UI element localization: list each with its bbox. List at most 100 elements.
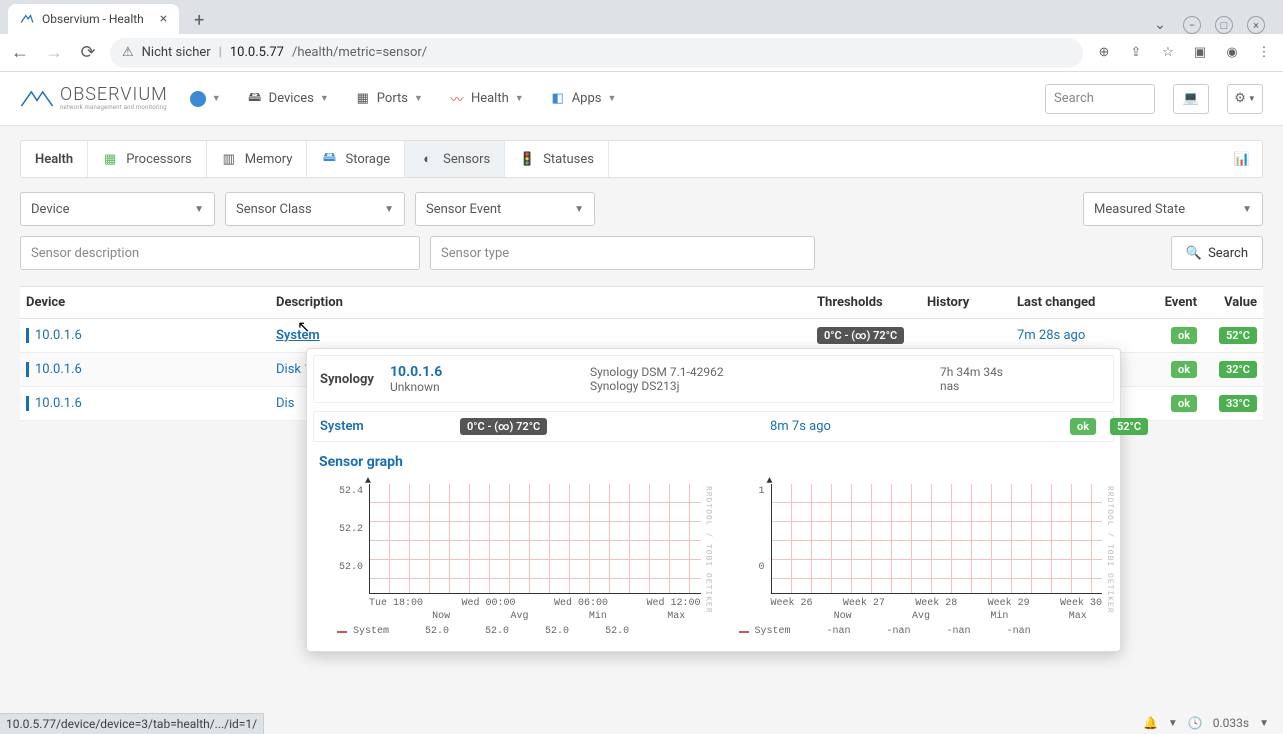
- graph-container: ▲ 52.4 52.2 52.0 RRDTOOL / TOBI OETIKER …: [313, 476, 1114, 645]
- tab-health-main[interactable]: Health: [21, 141, 88, 177]
- vendor-label: Synology: [320, 372, 390, 387]
- url-host: 10.0.5.77: [230, 45, 284, 60]
- sensor-graph-week: ▲ 1 0 RRDTOOL / TOBI OETIKER Week 26 Wee…: [719, 476, 1111, 641]
- sensor-event: ok: [1070, 418, 1096, 435]
- back-button[interactable]: ←: [8, 41, 32, 65]
- device-uptime: 7h 34m 34s: [940, 365, 1107, 379]
- hover-url: 10.0.5.77/device/device=3/tab=health/...…: [0, 713, 264, 734]
- graph-toggle-icon[interactable]: 📊: [1222, 141, 1262, 177]
- filter-device[interactable]: Device▼: [20, 192, 215, 226]
- col-history: History: [927, 295, 1017, 310]
- gauge-icon: ◐: [419, 151, 435, 167]
- tab-sensors[interactable]: ◐Sensors: [405, 141, 505, 177]
- cpu-icon: ▦: [102, 151, 118, 167]
- favicon: [20, 12, 34, 26]
- device-ip[interactable]: 10.0.1.6: [390, 364, 590, 380]
- security-label: Nicht sicher: [142, 45, 211, 60]
- device-link[interactable]: 10.0.1.6: [35, 396, 82, 411]
- kebab-icon[interactable]: ⋮: [1253, 42, 1275, 64]
- description-link[interactable]: Dis: [276, 396, 294, 411]
- input-sensor-type[interactable]: Sensor type: [430, 236, 815, 270]
- col-value: Value: [1197, 295, 1257, 310]
- port-icon: ▦: [355, 91, 371, 107]
- clock-icon: 🕓: [1188, 716, 1203, 730]
- tab-storage[interactable]: 🖴Storage: [307, 141, 405, 177]
- nav-health[interactable]: 〰Health▼: [445, 85, 528, 113]
- app-navbar: OBSERVIUM network management and monitor…: [0, 72, 1283, 126]
- window-close-icon[interactable]: ×: [1247, 16, 1265, 34]
- forward-button[interactable]: →: [42, 41, 66, 65]
- filter-inputs: Sensor description Sensor type 🔍Search: [20, 236, 1263, 270]
- col-device: Device: [26, 295, 276, 310]
- account-icon[interactable]: ◉: [1221, 42, 1243, 64]
- tab-title: Observium - Health: [42, 12, 144, 26]
- device-link[interactable]: 10.0.1.6: [35, 362, 82, 377]
- nav-apps[interactable]: ◧Apps▼: [546, 85, 621, 113]
- window-controls: ⌄ − □ ×: [1151, 16, 1275, 34]
- bookmark-icon[interactable]: ☆: [1157, 42, 1179, 64]
- global-search-input[interactable]: Search: [1045, 84, 1155, 114]
- sensor-tooltip: Synology 10.0.1.6 Unknown Synology DSM 7…: [306, 348, 1121, 652]
- device-os: Synology DSM 7.1-42962: [590, 365, 940, 379]
- globe-icon: [190, 91, 206, 107]
- col-event: Event: [1127, 295, 1197, 310]
- filter-measured-state[interactable]: Measured State▼: [1083, 192, 1263, 226]
- value-badge: 33°C: [1219, 395, 1257, 412]
- heartbeat-icon: 〰: [449, 91, 465, 107]
- panel-icon[interactable]: ▣: [1189, 42, 1211, 64]
- storage-icon: 🖴: [321, 151, 337, 167]
- line-icon: [337, 631, 347, 633]
- traffic-light-icon: 🚦: [519, 151, 535, 167]
- chevron-down-icon[interactable]: ▼: [1168, 718, 1178, 729]
- address-bar[interactable]: ⚠ Nicht sicher | 10.0.5.77/health/metric…: [110, 38, 1083, 68]
- chevron-down-icon[interactable]: ▼: [1259, 718, 1269, 729]
- brand-logo[interactable]: OBSERVIUM network management and monitor…: [20, 86, 168, 111]
- memory-icon: ▥: [221, 151, 237, 167]
- col-thresholds: Thresholds: [817, 295, 927, 310]
- maximize-icon[interactable]: □: [1215, 16, 1233, 34]
- laptop-icon[interactable]: 💻: [1173, 84, 1209, 114]
- new-tab-button[interactable]: +: [185, 6, 213, 34]
- footer-right: 🔔 ▼ 🕓 0.033s ▼: [1143, 716, 1269, 730]
- cube-icon: ◧: [550, 91, 566, 107]
- value-badge: 32°C: [1219, 361, 1257, 378]
- tab-processors[interactable]: ▦Processors: [88, 141, 207, 177]
- sensor-value: 52°C: [1110, 418, 1148, 435]
- gear-icon[interactable]: ⚙▼: [1227, 84, 1263, 114]
- timing-label: 0.033s: [1213, 716, 1249, 730]
- filter-sensor-class[interactable]: Sensor Class▼: [225, 192, 405, 226]
- description-link[interactable]: System: [276, 328, 320, 343]
- sensor-graph-day: ▲ 52.4 52.2 52.0 RRDTOOL / TOBI OETIKER …: [317, 476, 709, 641]
- col-last-changed: Last changed: [1017, 295, 1127, 310]
- tab-memory[interactable]: ▥Memory: [207, 141, 308, 177]
- col-description: Description: [276, 295, 817, 310]
- last-changed-link[interactable]: 7m 28s ago: [1017, 328, 1085, 343]
- browser-tab[interactable]: Observium - Health ×: [8, 4, 179, 34]
- search-icon: 🔍: [1186, 246, 1202, 261]
- url-path: /health/metric=sensor/: [292, 45, 427, 60]
- close-icon[interactable]: ×: [160, 11, 167, 27]
- minimize-icon[interactable]: −: [1183, 16, 1201, 34]
- filter-sensor-event[interactable]: Sensor Event▼: [415, 192, 595, 226]
- translate-icon[interactable]: ⊕: [1093, 42, 1115, 64]
- device-link[interactable]: 10.0.1.6: [35, 328, 82, 343]
- nav-ports[interactable]: ▦Ports▼: [351, 85, 427, 113]
- sensor-changed[interactable]: 8m 7s ago: [770, 419, 831, 434]
- health-tabs: Health ▦Processors ▥Memory 🖴Storage ◐Sen…: [20, 140, 1263, 178]
- share-icon[interactable]: ⇪: [1125, 42, 1147, 64]
- event-badge: ok: [1171, 395, 1197, 412]
- value-badge: 52°C: [1219, 327, 1257, 344]
- graph-title: Sensor graph: [313, 452, 1114, 476]
- nav-globe[interactable]: ▼: [186, 85, 225, 113]
- sensor-name[interactable]: System: [320, 419, 460, 434]
- chevron-down-icon[interactable]: ⌄: [1151, 16, 1169, 34]
- reload-button[interactable]: ⟳: [76, 41, 100, 65]
- search-button[interactable]: 🔍Search: [1171, 236, 1263, 270]
- warning-icon: ⚠: [122, 45, 134, 60]
- input-sensor-description[interactable]: Sensor description: [20, 236, 420, 270]
- bell-icon[interactable]: 🔔: [1143, 716, 1158, 730]
- nav-devices[interactable]: 🖴Devices▼: [243, 85, 333, 113]
- brand-text: OBSERVIUM: [60, 86, 168, 104]
- tab-statuses[interactable]: 🚦Statuses: [505, 141, 609, 177]
- filter-row: Device▼ Sensor Class▼ Sensor Event▼ Meas…: [20, 192, 1263, 226]
